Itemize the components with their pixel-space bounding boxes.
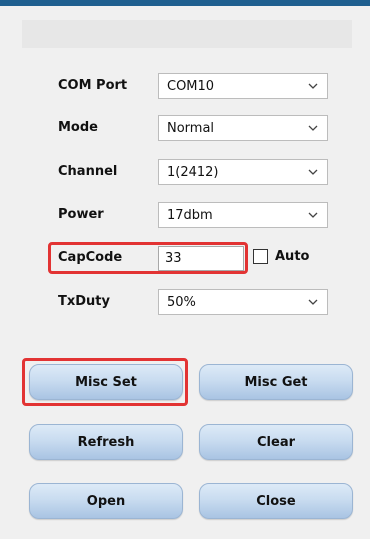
mode-select[interactable]: Normal bbox=[158, 115, 328, 141]
misc-set-button[interactable]: Misc Set bbox=[29, 364, 183, 400]
power-select[interactable]: 17dbm bbox=[158, 202, 328, 228]
panel-header-area bbox=[22, 20, 352, 48]
channel-value: 1(2412) bbox=[167, 164, 219, 180]
refresh-button[interactable]: Refresh bbox=[29, 424, 183, 460]
com-port-label: COM Port bbox=[58, 78, 128, 93]
misc-get-button[interactable]: Misc Get bbox=[199, 364, 353, 400]
chevron-down-icon bbox=[308, 212, 318, 218]
chevron-down-icon bbox=[308, 125, 318, 131]
auto-label: Auto bbox=[275, 249, 310, 264]
auto-checkbox[interactable] bbox=[253, 249, 268, 264]
close-button[interactable]: Close bbox=[199, 483, 353, 519]
power-label: Power bbox=[58, 207, 104, 222]
chevron-down-icon bbox=[308, 169, 318, 175]
channel-select[interactable]: 1(2412) bbox=[158, 159, 328, 185]
clear-button[interactable]: Clear bbox=[199, 424, 353, 460]
capcode-input[interactable]: 33 bbox=[158, 246, 244, 271]
com-port-select[interactable]: COM10 bbox=[158, 73, 328, 99]
chevron-down-icon bbox=[308, 83, 318, 89]
power-value: 17dbm bbox=[167, 207, 213, 223]
txduty-label: TxDuty bbox=[58, 294, 110, 309]
txduty-value: 50% bbox=[167, 294, 196, 310]
capcode-label: CapCode bbox=[58, 250, 123, 265]
com-port-value: COM10 bbox=[167, 78, 215, 94]
mode-value: Normal bbox=[167, 120, 215, 136]
window-title-bar bbox=[0, 0, 370, 6]
chevron-down-icon bbox=[308, 299, 318, 305]
txduty-select[interactable]: 50% bbox=[158, 289, 328, 315]
mode-label: Mode bbox=[58, 120, 98, 135]
open-button[interactable]: Open bbox=[29, 483, 183, 519]
channel-label: Channel bbox=[58, 164, 118, 179]
